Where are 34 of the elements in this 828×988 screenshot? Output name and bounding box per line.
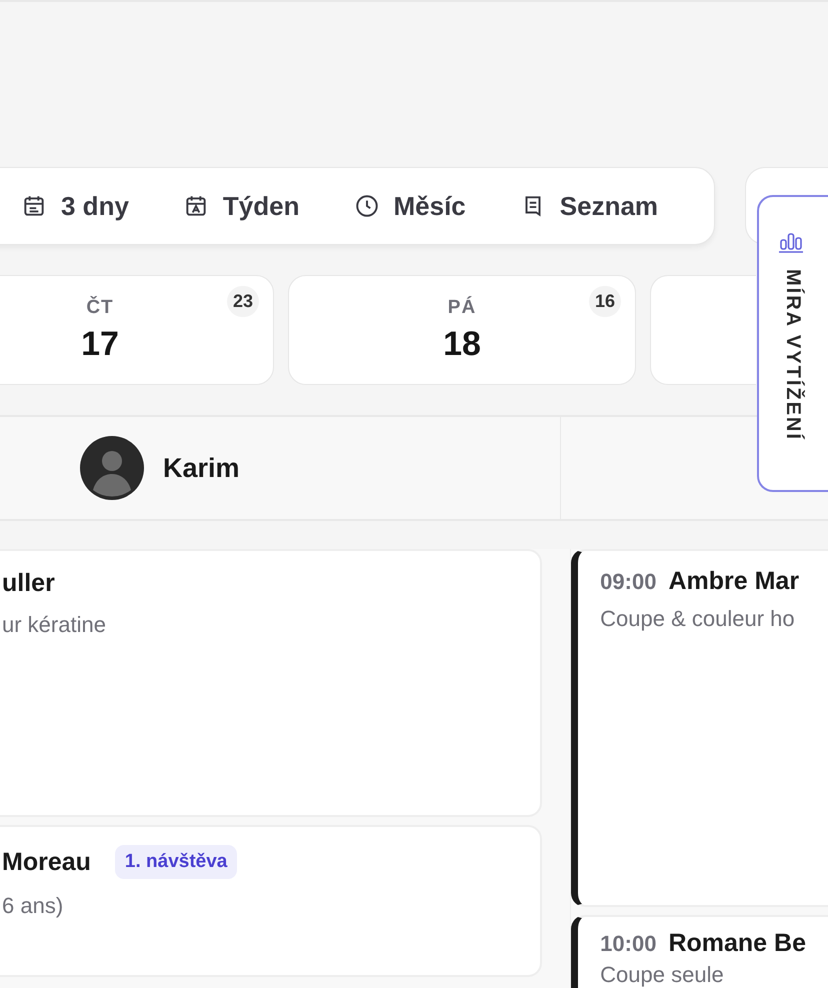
appointment-time: 09:00 (600, 568, 656, 594)
appointment-card[interactable]: uller ur kératine (0, 549, 542, 817)
side-tab-label: MÍRA VYTÍŽENÍ (781, 269, 804, 441)
client-name: Romane Be (668, 929, 806, 958)
service-name: Coupe & couleur ho (600, 606, 796, 632)
service-name: ur kératine (2, 612, 107, 638)
view-tab[interactable]: Týden (182, 190, 300, 222)
weekday-label: ČT (86, 296, 114, 318)
appointment-count: 16 (588, 286, 621, 317)
view-tab[interactable]: Seznam (520, 190, 658, 222)
client-name: uller (2, 569, 55, 598)
appointment-card[interactable]: Moreau 1. návštěva 6 ans) (0, 825, 542, 977)
date-number: 18 (443, 324, 481, 364)
bar-chart-icon (778, 231, 804, 253)
first-visit-badge: 1. návštěva (114, 845, 238, 879)
date-number: 17 (81, 324, 119, 364)
view-tab[interactable]: Měsíc (354, 190, 466, 222)
avatar-icon (80, 436, 144, 500)
day-card[interactable]: ČT 17 23 (0, 275, 274, 385)
view-tab[interactable]: 3 dny (21, 190, 129, 222)
appointment-card[interactable]: 10:00 Romane Be Coupe seule (571, 915, 828, 988)
day-card[interactable]: PÁ 18 16 (288, 275, 636, 385)
appointment-count: 23 (226, 286, 259, 317)
service-name: Coupe seule (600, 962, 725, 988)
side-tab[interactable]: MÍRA VYTÍŽENÍ (757, 195, 828, 492)
appointment-time: 10:00 (600, 930, 656, 956)
weekday-label: PÁ (448, 296, 476, 318)
clock-icon (354, 193, 380, 219)
client-name: Ambre Mar (668, 567, 800, 596)
appointment-card[interactable]: 09:00 Ambre Mar Coupe & couleur ho (571, 549, 828, 907)
client-name: Moreau (2, 848, 91, 876)
day-card[interactable] (650, 275, 756, 385)
staff-name: Karim (163, 452, 240, 484)
service-name: 6 ans) (2, 893, 64, 919)
